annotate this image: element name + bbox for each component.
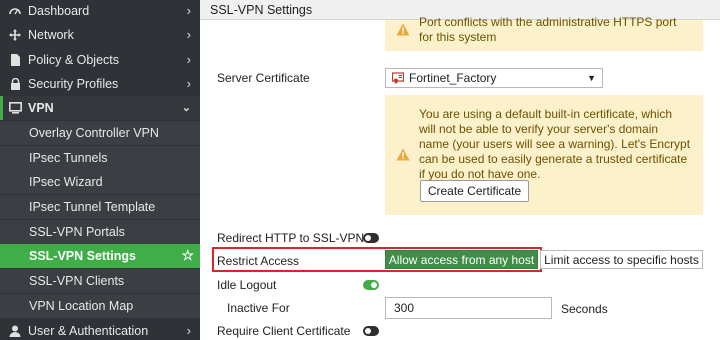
server-certificate-select[interactable]: Fortinet_Factory ▼ xyxy=(385,68,603,88)
monitor-icon xyxy=(8,101,22,115)
require-client-certificate-toggle[interactable] xyxy=(363,326,379,336)
certificate-icon xyxy=(392,72,404,84)
sidebar-item-label: SSL-VPN Portals xyxy=(29,225,125,239)
chevron-right-icon: › xyxy=(186,76,191,91)
sidebar-item-label: User & Authentication xyxy=(28,324,149,338)
inactive-for-label: Inactive For xyxy=(227,301,290,315)
sidebar-item-label: SSL-VPN Settings xyxy=(29,249,136,263)
warning-icon xyxy=(396,23,410,36)
sidebar-item-security-profiles[interactable]: Security Profiles › xyxy=(0,72,200,96)
sidebar-item-ipsec-tunnel-template[interactable]: IPsec Tunnel Template xyxy=(0,195,200,219)
sidebar-item-ssl-vpn-portals[interactable]: SSL-VPN Portals xyxy=(0,220,200,244)
warning-text-line: Port conflicts with the administrative H… xyxy=(419,15,677,29)
main-panel: SSL-VPN Settings Port conflicts with the… xyxy=(200,0,720,340)
redirect-http-label: Redirect HTTP to SSL-VPN xyxy=(217,231,365,245)
policy-icon xyxy=(8,53,22,67)
restrict-access-label: Restrict Access xyxy=(217,254,300,268)
sidebar-item-network[interactable]: Network › xyxy=(0,23,200,47)
dropdown-caret-icon: ▼ xyxy=(587,73,596,83)
create-certificate-button[interactable]: Create Certificate xyxy=(420,180,529,202)
sidebar-item-ipsec-wizard[interactable]: IPsec Wizard xyxy=(0,170,200,194)
sidebar-item-label: VPN xyxy=(28,101,54,115)
sidebar-item-ssl-vpn-settings[interactable]: SSL-VPN Settings ☆ xyxy=(0,244,200,268)
star-icon[interactable]: ☆ xyxy=(181,247,194,264)
inactive-for-unit: Seconds xyxy=(561,302,608,316)
warning-text-line: name (your users will see a warning). Le… xyxy=(419,137,691,151)
sidebar-item-label: Dashboard xyxy=(28,4,90,18)
warning-text-line: You are using a default built-in certifi… xyxy=(419,107,673,121)
idle-logout-label: Idle Logout xyxy=(217,278,277,292)
sidebar-item-vpn-location-map[interactable]: VPN Location Map xyxy=(0,294,200,318)
sidebar-item-label: IPsec Tunnels xyxy=(29,151,108,165)
chevron-right-icon: › xyxy=(186,3,191,18)
sidebar-item-label: Overlay Controller VPN xyxy=(29,126,159,140)
chevron-right-icon: › xyxy=(186,323,191,338)
warning-text-line: can be used to easily generate a trusted… xyxy=(419,152,688,166)
warning-text-line: for this system xyxy=(419,30,497,44)
user-icon xyxy=(8,324,22,338)
warning-icon xyxy=(396,148,410,161)
idle-logout-toggle[interactable] xyxy=(363,280,379,290)
sidebar-item-overlay-controller-vpn[interactable]: Overlay Controller VPN xyxy=(0,121,200,145)
page-title-text: SSL-VPN Settings xyxy=(210,2,313,17)
redirect-http-toggle[interactable] xyxy=(363,233,379,243)
sidebar-item-dashboard[interactable]: Dashboard › xyxy=(0,0,200,23)
require-client-certificate-label: Require Client Certificate xyxy=(217,324,351,338)
sidebar-item-label: Network xyxy=(28,28,74,42)
sidebar-item-label: IPsec Tunnel Template xyxy=(29,200,156,214)
server-certificate-label: Server Certificate xyxy=(217,71,310,85)
sidebar-item-label: SSL-VPN Clients xyxy=(29,274,125,288)
sidebar-item-ipsec-tunnels[interactable]: IPsec Tunnels xyxy=(0,146,200,170)
warning-text-line: will not be able to verify your server's… xyxy=(419,122,659,136)
chevron-right-icon: › xyxy=(186,27,191,42)
server-certificate-value: Fortinet_Factory xyxy=(409,71,497,85)
sidebar-item-label: Security Profiles xyxy=(28,77,119,91)
restrict-access-limit-specific-option[interactable]: Limit access to specific hosts xyxy=(540,250,703,269)
sidebar-item-label: VPN Location Map xyxy=(29,299,134,313)
sidebar-item-policy-objects[interactable]: Policy & Objects › xyxy=(0,48,200,72)
sidebar-item-user-authentication[interactable]: User & Authentication › xyxy=(0,319,200,340)
chevron-right-icon: › xyxy=(186,52,191,67)
sidebar-item-vpn[interactable]: VPN ⌄ xyxy=(0,96,200,120)
dashboard-icon xyxy=(8,4,22,18)
chevron-down-icon: ⌄ xyxy=(181,102,191,114)
inactive-for-input[interactable]: 300 xyxy=(385,297,552,319)
sidebar: Dashboard › Network › Policy & Objects ›… xyxy=(0,0,200,340)
sidebar-item-label: Policy & Objects xyxy=(28,53,120,67)
sidebar-item-ssl-vpn-clients[interactable]: SSL-VPN Clients xyxy=(0,269,200,293)
sidebar-item-label: IPsec Wizard xyxy=(29,175,103,189)
network-icon xyxy=(8,28,22,42)
port-conflict-warning: Port conflicts with the administrative H… xyxy=(385,15,703,51)
lock-icon xyxy=(8,77,22,91)
restrict-access-allow-any-option[interactable]: Allow access from any host xyxy=(385,250,538,269)
